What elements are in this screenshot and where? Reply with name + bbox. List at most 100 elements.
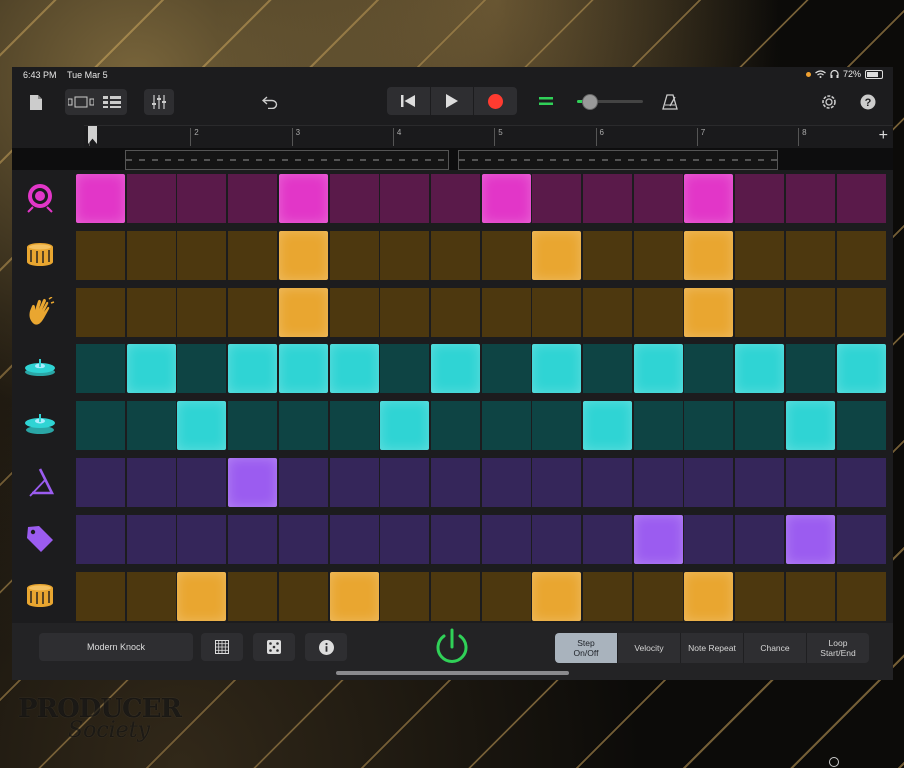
- step-cell[interactable]: [633, 571, 683, 621]
- step-cell[interactable]: [684, 287, 734, 337]
- step-cell[interactable]: [126, 514, 176, 564]
- step-cell[interactable]: [633, 174, 683, 223]
- step-cell[interactable]: [278, 514, 328, 564]
- step-cell[interactable]: [836, 401, 886, 451]
- triangle-icon[interactable]: [24, 466, 56, 498]
- step-cell[interactable]: [228, 287, 278, 337]
- view-toggle-icon[interactable]: [65, 96, 96, 108]
- step-cell[interactable]: [684, 458, 734, 507]
- step-cell[interactable]: [481, 458, 531, 507]
- step-cell[interactable]: [76, 344, 125, 394]
- step-cell[interactable]: [278, 230, 328, 280]
- step-cell[interactable]: [633, 344, 683, 394]
- step-cell[interactable]: [177, 287, 227, 337]
- step-cell[interactable]: [177, 401, 227, 451]
- step-cell[interactable]: [583, 514, 632, 564]
- step-cell[interactable]: [76, 174, 125, 223]
- metronome-icon[interactable]: [660, 91, 680, 113]
- step-cell[interactable]: [684, 344, 734, 394]
- timeline-ruler[interactable]: 12345678: [84, 125, 893, 148]
- step-cell[interactable]: [329, 287, 379, 337]
- cymbal-open-icon[interactable]: [24, 409, 56, 441]
- step-cell[interactable]: [785, 514, 835, 564]
- step-cell[interactable]: [684, 174, 734, 223]
- step-cell[interactable]: [430, 230, 480, 280]
- step-cell[interactable]: [583, 344, 632, 394]
- step-cell[interactable]: [177, 344, 227, 394]
- step-cell[interactable]: [684, 514, 734, 564]
- step-cell[interactable]: [785, 230, 835, 280]
- step-cell[interactable]: [76, 287, 125, 337]
- tracks-view-icon[interactable]: [96, 96, 127, 108]
- undo-icon[interactable]: [259, 92, 281, 112]
- kit-name-button[interactable]: Modern Knock: [39, 633, 193, 661]
- step-cell[interactable]: [735, 344, 785, 394]
- rewind-icon[interactable]: [387, 87, 431, 115]
- step-cell[interactable]: [126, 174, 176, 223]
- pattern-region-1[interactable]: [125, 150, 449, 170]
- step-cell[interactable]: [785, 287, 835, 337]
- step-cell[interactable]: [836, 458, 886, 507]
- help-icon[interactable]: ?: [858, 92, 878, 112]
- step-cell[interactable]: [836, 287, 886, 337]
- step-cell[interactable]: [735, 287, 785, 337]
- step-cell[interactable]: [177, 230, 227, 280]
- step-cell[interactable]: [836, 344, 886, 394]
- step-cell[interactable]: [735, 401, 785, 451]
- step-cell[interactable]: [329, 344, 379, 394]
- step-cell[interactable]: [633, 401, 683, 451]
- mode-loop-start-end[interactable]: Loop Start/End: [807, 633, 869, 663]
- step-cell[interactable]: [532, 287, 582, 337]
- volume-slider-knob[interactable]: [581, 94, 598, 110]
- step-cell[interactable]: [583, 401, 632, 451]
- step-cell[interactable]: [583, 230, 632, 280]
- step-cell[interactable]: [329, 514, 379, 564]
- step-cell[interactable]: [633, 458, 683, 507]
- step-cell[interactable]: [836, 514, 886, 564]
- step-cell[interactable]: [430, 458, 480, 507]
- step-cell[interactable]: [278, 174, 328, 223]
- tag-icon[interactable]: [24, 523, 56, 555]
- snare-drum-icon[interactable]: [24, 239, 56, 271]
- step-cell[interactable]: [228, 401, 278, 451]
- step-cell[interactable]: [228, 514, 278, 564]
- step-cell[interactable]: [430, 174, 480, 223]
- step-cell[interactable]: [836, 230, 886, 280]
- step-cell[interactable]: [481, 174, 531, 223]
- step-cell[interactable]: [278, 287, 328, 337]
- clap-hand-icon[interactable]: [24, 296, 56, 328]
- step-cell[interactable]: [836, 174, 886, 223]
- step-cell[interactable]: [380, 514, 430, 564]
- step-cell[interactable]: [785, 401, 835, 451]
- step-cell[interactable]: [278, 458, 328, 507]
- power-icon[interactable]: [432, 627, 472, 667]
- step-cell[interactable]: [633, 287, 683, 337]
- step-cell[interactable]: [785, 174, 835, 223]
- mixer-icon[interactable]: [144, 89, 174, 115]
- step-cell[interactable]: [430, 344, 480, 394]
- step-cell[interactable]: [228, 458, 278, 507]
- step-cell[interactable]: [228, 230, 278, 280]
- step-cell[interactable]: [532, 344, 582, 394]
- step-cell[interactable]: [76, 458, 125, 507]
- step-cell[interactable]: [735, 458, 785, 507]
- step-cell[interactable]: [583, 571, 632, 621]
- settings-icon[interactable]: [819, 92, 839, 112]
- mode-chance[interactable]: Chance: [744, 633, 807, 663]
- step-cell[interactable]: [126, 458, 176, 507]
- step-cell[interactable]: [76, 571, 125, 621]
- mode-note-repeat[interactable]: Note Repeat: [681, 633, 744, 663]
- step-cell[interactable]: [785, 344, 835, 394]
- step-cell[interactable]: [177, 174, 227, 223]
- step-cell[interactable]: [177, 571, 227, 621]
- add-section-button[interactable]: +: [879, 127, 888, 145]
- step-cell[interactable]: [532, 230, 582, 280]
- step-cell[interactable]: [735, 230, 785, 280]
- step-cell[interactable]: [735, 514, 785, 564]
- step-cell[interactable]: [583, 287, 632, 337]
- step-cell[interactable]: [532, 458, 582, 507]
- step-cell[interactable]: [785, 458, 835, 507]
- mode-velocity[interactable]: Velocity: [618, 633, 681, 663]
- kick-drum-icon[interactable]: [24, 182, 56, 214]
- info-icon[interactable]: [305, 633, 347, 661]
